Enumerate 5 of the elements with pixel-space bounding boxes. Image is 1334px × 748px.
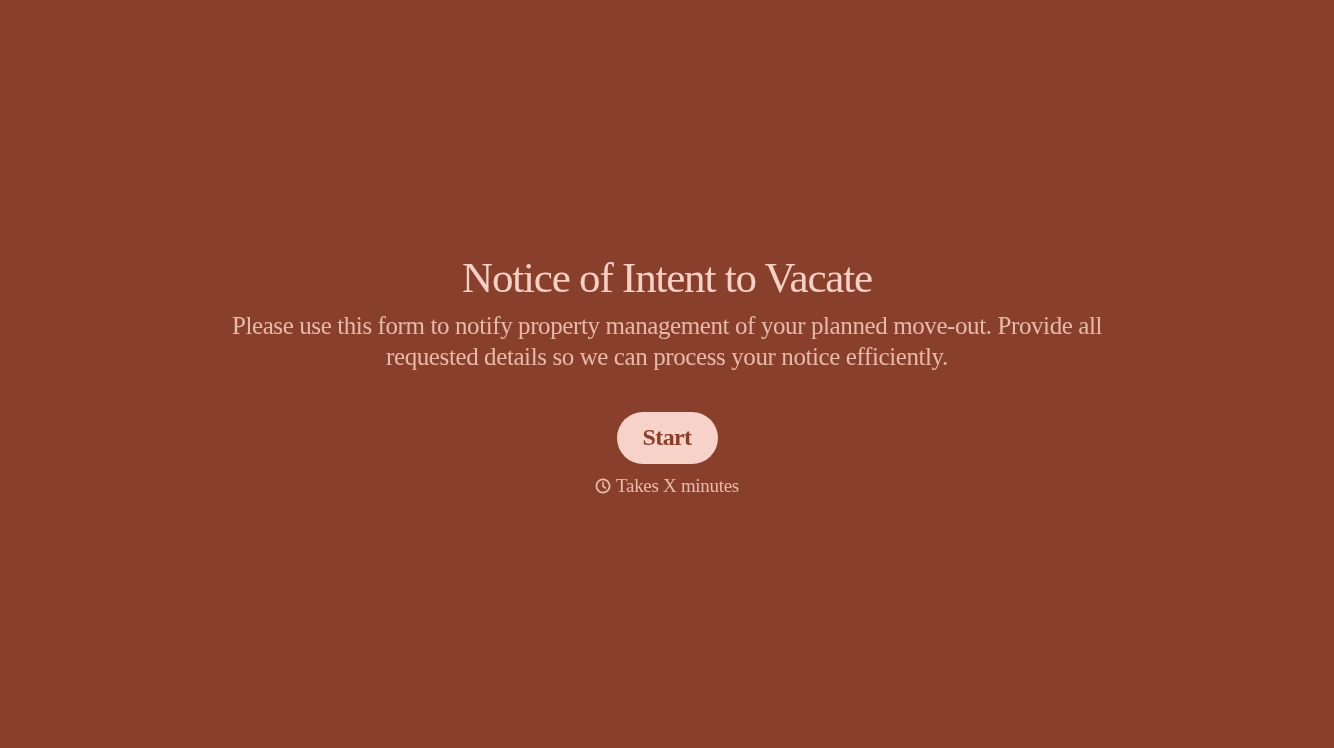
duration-text: Takes X minutes [616,474,739,497]
form-title: Notice of Intent to Vacate [462,253,872,302]
form-description: Please use this form to notify property management of your planned move-out. Provide all requested details so we can process your notice efficiently. [230,310,1104,372]
start-button[interactable]: Start [616,411,718,464]
clock-icon [595,477,612,494]
